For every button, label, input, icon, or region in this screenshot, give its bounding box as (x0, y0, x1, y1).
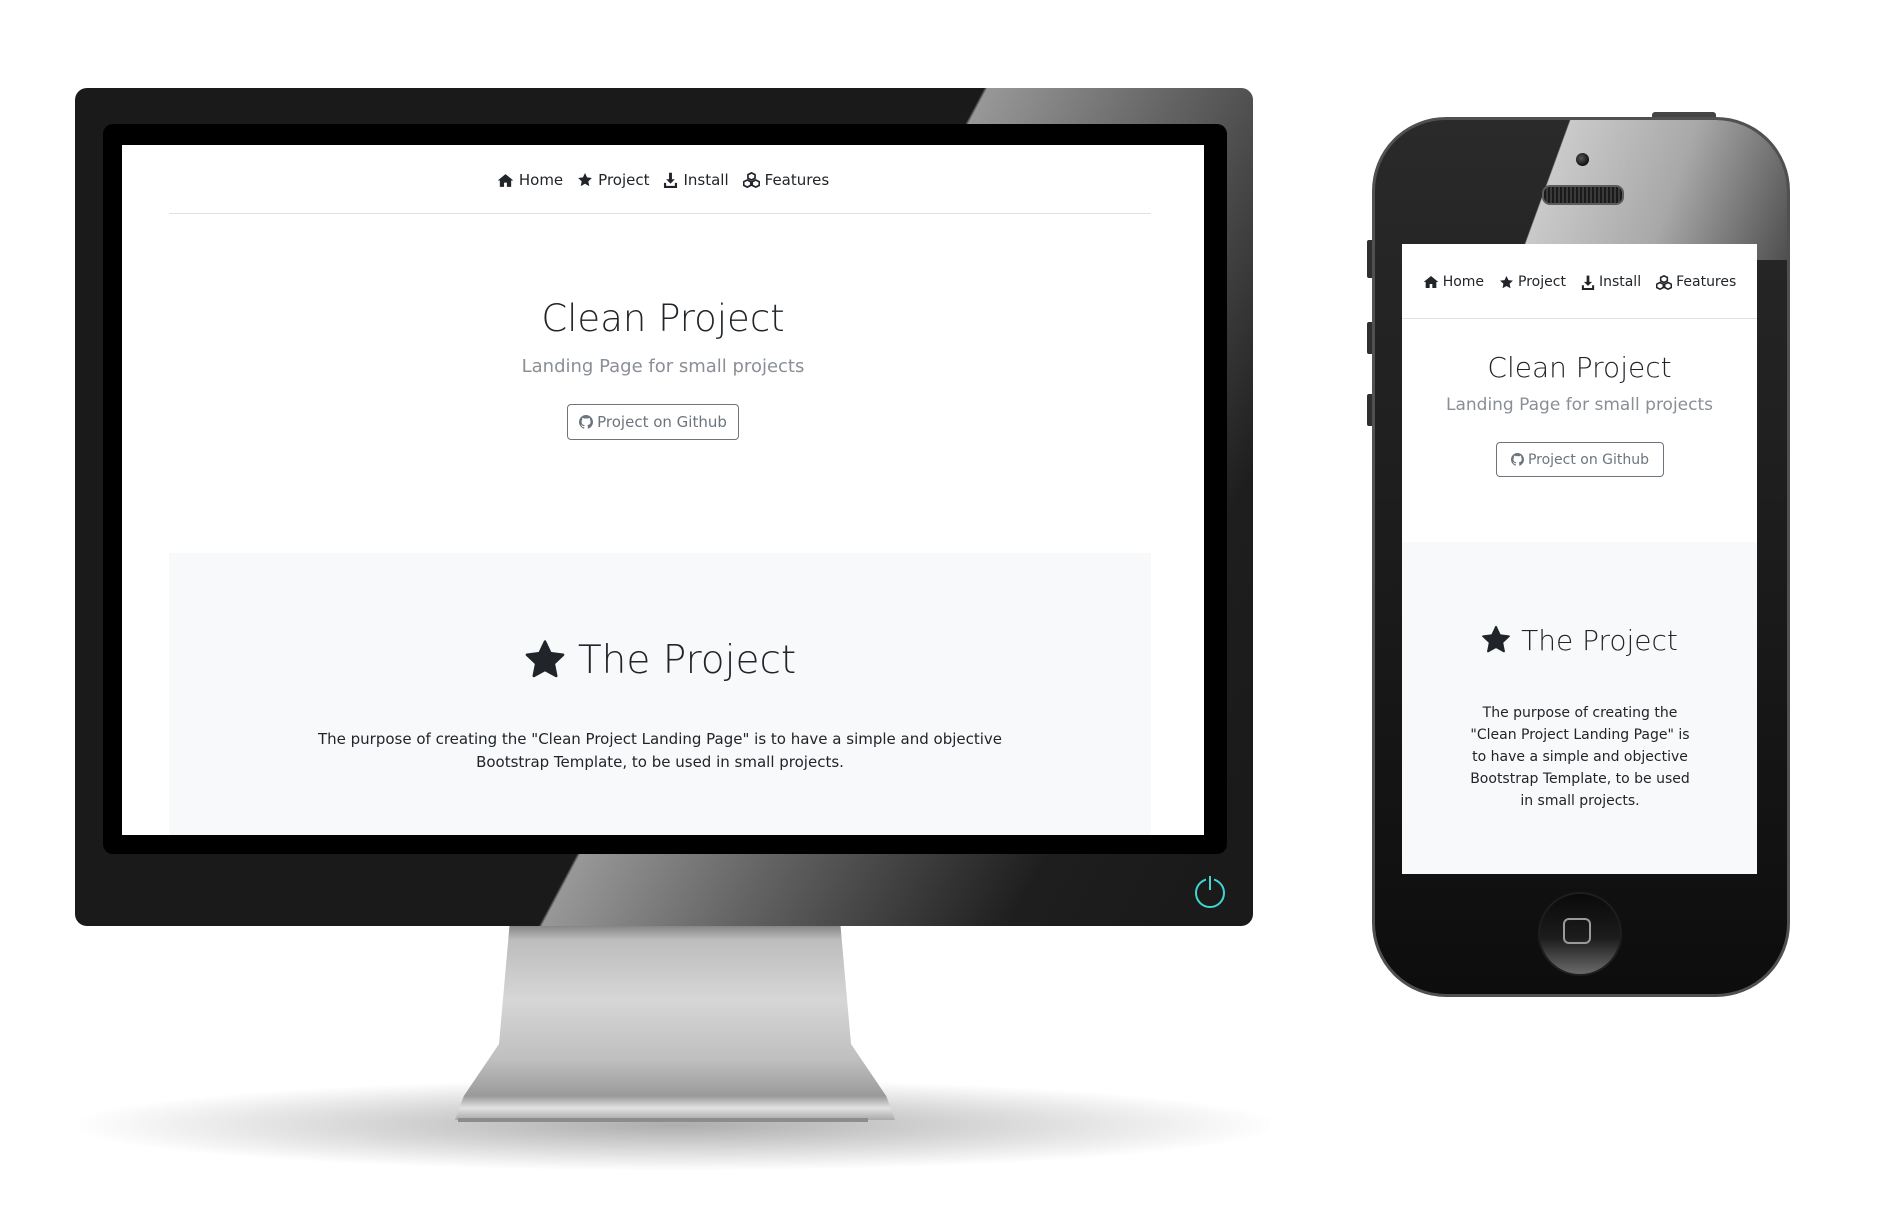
nav-features[interactable]: Features (1656, 274, 1736, 290)
monitor-stand-base (458, 1118, 868, 1122)
nav-home[interactable]: Home (1423, 274, 1484, 290)
nav-home-label: Home (1442, 274, 1485, 290)
nav-install-label: Install (683, 171, 729, 189)
page-title: Clean Project (1487, 351, 1672, 384)
github-icon (579, 415, 594, 429)
nav-install-label: Install (1598, 274, 1642, 290)
nav-install[interactable]: Install (663, 171, 729, 189)
nav-install[interactable]: Install (1581, 274, 1641, 290)
github-button[interactable]: Project on Github (567, 404, 739, 440)
nav-project[interactable]: Project (577, 171, 649, 189)
download-icon (1581, 275, 1595, 290)
home-button-icon (1563, 918, 1591, 944)
page-subtitle: Landing Page for small projects (521, 356, 805, 377)
power-icon[interactable] (1195, 876, 1225, 908)
phone-screen: Home Project Install Features Clean Proj… (1402, 244, 1757, 874)
nav-home-label: Home (518, 171, 564, 189)
nav-project-label: Project (1518, 274, 1566, 290)
project-section: The Project The purpose of creating the … (1402, 542, 1757, 874)
nav-project-label: Project (598, 171, 650, 189)
project-section-heading: The Project (1521, 623, 1678, 657)
cubes-icon (1656, 274, 1673, 290)
phone-navbar: Home Project Install Features (1402, 267, 1757, 297)
speaker-icon (1542, 185, 1624, 205)
github-icon (1510, 453, 1524, 466)
project-section-text: The purpose of creating the "Clean Proje… (1470, 705, 1690, 809)
project-section-title: The Project (1402, 620, 1757, 660)
camera-icon (1576, 153, 1589, 166)
star-icon (1482, 625, 1510, 653)
github-button-label: Project on Github (1527, 451, 1650, 468)
home-icon (497, 173, 514, 187)
desktop-navbar: Home Project Install Features (122, 163, 1204, 197)
nav-features-label: Features (764, 171, 830, 189)
nav-features[interactable]: Features (742, 171, 830, 189)
desktop-screen: Home Project Install Features Clean Proj… (122, 145, 1204, 835)
home-icon (1423, 276, 1439, 288)
nav-features-label: Features (1676, 274, 1737, 290)
nav-home[interactable]: Home (497, 171, 563, 189)
cubes-icon (742, 172, 760, 188)
github-button[interactable]: Project on Github (1496, 442, 1664, 477)
star-icon (525, 640, 565, 678)
navbar-divider (169, 213, 1151, 214)
star-icon (1500, 275, 1513, 288)
page-subtitle: Landing Page for small projects (1445, 395, 1714, 415)
download-icon (664, 172, 678, 188)
project-section-heading: The Project (577, 637, 797, 683)
monitor-stand (455, 920, 895, 1120)
github-button-label: Project on Github (597, 413, 727, 431)
project-section-title: The Project (169, 633, 1151, 687)
navbar-divider (1402, 318, 1757, 319)
project-section: The Project The purpose of creating the … (169, 553, 1151, 835)
page-title: Clean Project (541, 297, 785, 340)
project-section-text: The purpose of creating the "Clean Proje… (317, 730, 1003, 771)
nav-project[interactable]: Project (1499, 274, 1566, 290)
star-icon (578, 173, 593, 187)
